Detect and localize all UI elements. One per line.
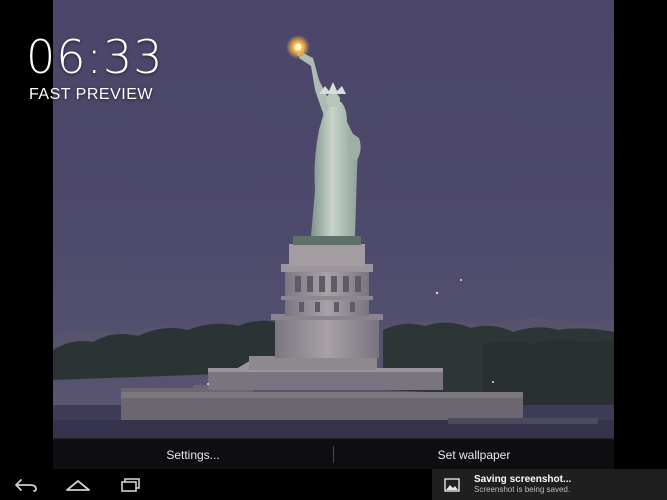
recents-button[interactable] xyxy=(111,469,151,500)
home-icon xyxy=(66,479,90,491)
screenshot-notification[interactable]: Saving screenshot... Screenshot is being… xyxy=(432,469,667,500)
back-icon xyxy=(15,478,37,492)
home-button[interactable] xyxy=(58,469,98,500)
notification-subtitle: Screenshot is being saved. xyxy=(474,484,571,494)
preview-label: FAST PREVIEW xyxy=(29,86,153,103)
lockscreen-clock: 06:33 xyxy=(26,30,164,84)
settings-button[interactable]: Settings... xyxy=(53,439,333,470)
image-icon xyxy=(444,477,460,492)
set-wallpaper-button[interactable]: Set wallpaper xyxy=(334,439,614,470)
back-button[interactable] xyxy=(6,469,46,500)
notification-text: Saving screenshot... Screenshot is being… xyxy=(474,475,571,494)
notification-icon xyxy=(438,469,466,500)
wallpaper-action-bar: Settings... Set wallpaper xyxy=(53,438,614,470)
recents-icon xyxy=(121,477,140,492)
notification-title: Saving screenshot... xyxy=(474,474,572,486)
